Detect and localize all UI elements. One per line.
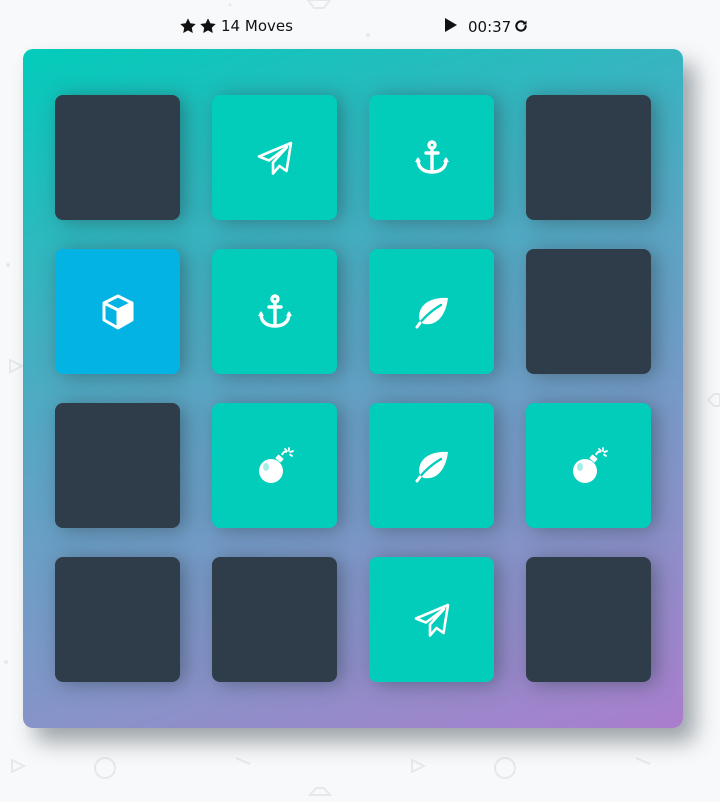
timer: 00:37 <box>468 18 512 36</box>
card-deck <box>23 49 683 728</box>
moves-label: Moves <box>244 17 293 35</box>
card[interactable] <box>369 557 494 682</box>
star-rating <box>179 17 217 37</box>
card[interactable] <box>55 557 180 682</box>
moves-counter: 14 Moves <box>221 17 293 35</box>
score-panel: 14 Moves 00:37 <box>0 14 720 40</box>
card[interactable] <box>212 249 337 374</box>
card[interactable] <box>369 249 494 374</box>
card[interactable] <box>369 403 494 528</box>
leaf-icon <box>412 292 452 332</box>
bomb-icon <box>569 446 609 486</box>
card[interactable] <box>526 95 651 220</box>
leaf-icon <box>412 446 452 486</box>
paper-plane-icon <box>412 600 452 640</box>
card[interactable] <box>526 249 651 374</box>
anchor-icon <box>255 292 295 332</box>
star-icon <box>199 17 217 37</box>
timer-group: 00:37 <box>444 17 528 37</box>
star-icon <box>179 17 197 37</box>
card[interactable] <box>55 403 180 528</box>
play-icon[interactable] <box>444 17 458 37</box>
cube-icon <box>98 292 138 332</box>
card[interactable] <box>55 249 180 374</box>
card[interactable] <box>212 403 337 528</box>
card[interactable] <box>369 95 494 220</box>
bomb-icon <box>255 446 295 486</box>
card[interactable] <box>212 95 337 220</box>
restart-icon[interactable] <box>514 18 528 37</box>
card[interactable] <box>55 95 180 220</box>
card[interactable] <box>526 403 651 528</box>
moves-count: 14 <box>221 17 241 35</box>
card[interactable] <box>212 557 337 682</box>
anchor-icon <box>412 138 452 178</box>
card[interactable] <box>526 557 651 682</box>
paper-plane-icon <box>255 138 295 178</box>
